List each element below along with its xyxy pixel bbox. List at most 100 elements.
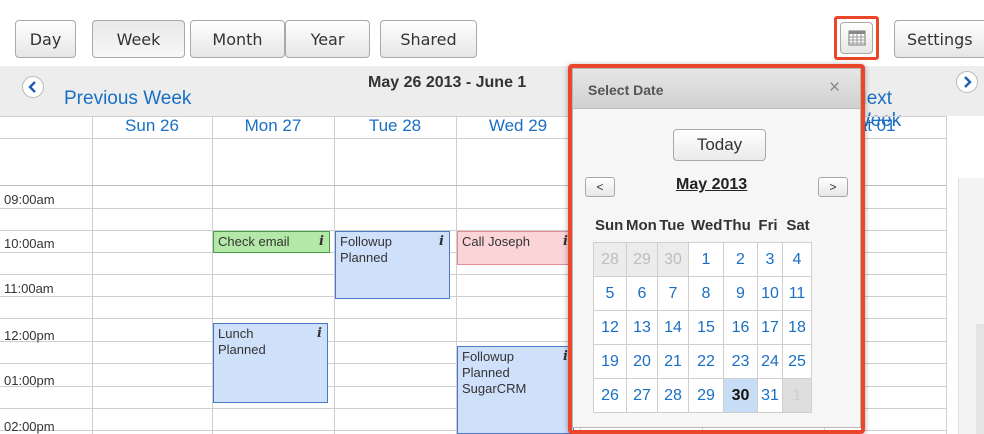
day-view-label: Day <box>29 29 62 49</box>
close-icon[interactable]: × <box>829 77 840 99</box>
weekday-header: Tue <box>659 217 685 234</box>
weekday-header: Wed <box>691 217 723 234</box>
time-label: 10:00am <box>4 236 55 251</box>
weekday-header: Sat <box>786 217 810 234</box>
day-cell[interactable]: 23 <box>724 345 758 379</box>
info-icon[interactable]: i <box>319 234 324 250</box>
day-cell[interactable]: 28 <box>658 379 689 413</box>
day-cell[interactable]: 7 <box>658 277 689 311</box>
day-cell[interactable]: 12 <box>594 311 627 345</box>
calendar-icon <box>848 30 865 46</box>
week-view-button[interactable]: Week <box>92 20 185 58</box>
day-header-sun[interactable]: Sun 26 <box>92 116 212 140</box>
day-cell[interactable]: 20 <box>627 345 658 379</box>
event-check-email[interactable]: Check email i <box>213 231 330 253</box>
day-cell[interactable]: 1 <box>783 379 812 413</box>
day-header-mon[interactable]: Mon 27 <box>212 116 334 140</box>
time-label: 09:00am <box>4 192 55 207</box>
calendar-day-grid: 28 29 30 1 2 3 4 5 6 7 8 9 10 11 12 13 1… <box>593 242 812 413</box>
month-view-label: Month <box>212 29 263 49</box>
time-label: 12:00pm <box>4 328 55 343</box>
day-header-wed[interactable]: Wed 29 <box>456 116 580 140</box>
event-followup-planned-tue[interactable]: Followup Planned i <box>335 231 450 299</box>
chevron-right-icon <box>964 76 972 88</box>
month-view-button[interactable]: Month <box>190 20 285 58</box>
previous-month-button[interactable]: < <box>585 177 615 197</box>
dialog-title: Select Date <box>588 82 664 98</box>
day-cell[interactable]: 10 <box>758 277 783 311</box>
info-icon[interactable]: i <box>439 234 444 250</box>
day-header-tue[interactable]: Tue 28 <box>334 116 456 140</box>
day-view-button[interactable]: Day <box>15 20 76 58</box>
event-title: Call Joseph <box>462 234 530 249</box>
day-cell[interactable]: 14 <box>658 311 689 345</box>
day-cell[interactable]: 19 <box>594 345 627 379</box>
select-date-dialog: Select Date × Today < May 2013 > Sun Mon… <box>572 68 861 428</box>
event-title: Followup Planned SugarCRM <box>462 349 527 396</box>
next-week-arrow-button[interactable] <box>956 71 978 93</box>
scrollbar-thumb[interactable] <box>976 324 984 434</box>
day-cell[interactable]: 2 <box>724 243 758 277</box>
settings-label: Settings <box>907 29 973 49</box>
week-range-title: May 26 2013 - June 1 <box>368 74 527 91</box>
day-cell[interactable]: 9 <box>724 277 758 311</box>
day-cell[interactable]: 29 <box>689 379 724 413</box>
day-cell[interactable]: 22 <box>689 345 724 379</box>
year-view-button[interactable]: Year <box>285 20 370 58</box>
previous-week-arrow-button[interactable] <box>22 76 44 98</box>
selected-day-cell[interactable]: 30 <box>724 379 758 413</box>
event-followup-sugarcrm[interactable]: Followup Planned SugarCRM i <box>457 346 574 434</box>
chevron-right-icon: > <box>829 180 837 194</box>
calendar-toolbar: Day Week Month Year Shared Settings <box>0 0 984 66</box>
day-cell[interactable]: 6 <box>627 277 658 311</box>
dialog-header: Select Date × <box>573 69 860 109</box>
day-cell[interactable]: 27 <box>627 379 658 413</box>
weekday-header: Thu <box>723 217 751 234</box>
day-cell[interactable]: 26 <box>594 379 627 413</box>
day-cell[interactable]: 16 <box>724 311 758 345</box>
year-view-label: Year <box>310 29 345 49</box>
day-cell[interactable]: 31 <box>758 379 783 413</box>
today-button[interactable]: Today <box>673 129 766 161</box>
day-cell[interactable]: 21 <box>658 345 689 379</box>
weekday-header: Fri <box>758 217 778 234</box>
event-title: Followup Planned <box>340 234 393 265</box>
event-title: Lunch Planned <box>218 326 266 357</box>
day-cell[interactable]: 29 <box>627 243 658 277</box>
shared-view-label: Shared <box>400 29 457 49</box>
day-cell[interactable]: 13 <box>627 311 658 345</box>
event-lunch-planned[interactable]: Lunch Planned i <box>213 323 328 403</box>
day-cell[interactable]: 1 <box>689 243 724 277</box>
day-cell[interactable]: 17 <box>758 311 783 345</box>
day-cell[interactable]: 15 <box>689 311 724 345</box>
time-label: 01:00pm <box>4 373 55 388</box>
event-title: Check email <box>218 234 290 249</box>
day-cell[interactable]: 28 <box>594 243 627 277</box>
day-cell[interactable]: 24 <box>758 345 783 379</box>
day-cell[interactable]: 3 <box>758 243 783 277</box>
shared-view-button[interactable]: Shared <box>380 20 477 58</box>
calendar-picker-button[interactable] <box>840 22 873 54</box>
week-view-label: Week <box>116 29 161 49</box>
settings-button[interactable]: Settings <box>894 20 984 58</box>
day-cell[interactable]: 11 <box>783 277 812 311</box>
weekday-header: Mon <box>626 217 657 234</box>
month-year-label[interactable]: May 2013 <box>676 176 747 194</box>
time-label: 02:00pm <box>4 419 55 434</box>
next-month-button[interactable]: > <box>818 177 848 197</box>
info-icon[interactable]: i <box>317 326 322 342</box>
day-cell[interactable]: 8 <box>689 277 724 311</box>
time-label: 11:00am <box>4 281 54 296</box>
calendar-picker-highlight <box>834 16 879 60</box>
chevron-left-icon: < <box>596 180 604 194</box>
day-cell[interactable]: 30 <box>658 243 689 277</box>
event-call-joseph[interactable]: Call Joseph i <box>457 231 574 265</box>
previous-week-link[interactable]: Previous Week <box>64 88 191 110</box>
day-cell[interactable]: 18 <box>783 311 812 345</box>
weekday-header: Sun <box>595 217 624 234</box>
chevron-left-icon <box>28 81 36 93</box>
day-cell[interactable]: 4 <box>783 243 812 277</box>
today-label: Today <box>696 135 743 154</box>
day-cell[interactable]: 25 <box>783 345 812 379</box>
day-cell[interactable]: 5 <box>594 277 627 311</box>
